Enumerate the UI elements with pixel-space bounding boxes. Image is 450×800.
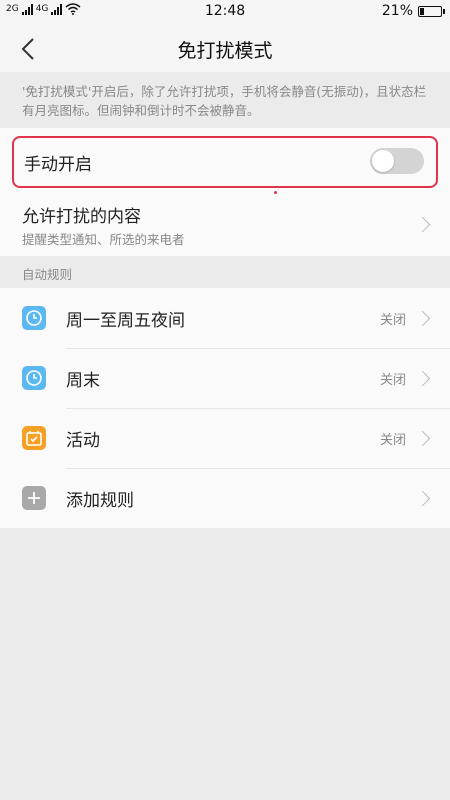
rule-state: 关闭 <box>379 373 406 388</box>
rule-weeknight[interactable]: 周一至周五夜间 关闭 <box>0 288 450 348</box>
rule-label: 周一至周五夜间 <box>66 311 185 331</box>
rule-state: 关闭 <box>379 313 406 328</box>
toggle-knob <box>372 150 394 172</box>
chevron-right-icon <box>414 370 431 387</box>
chevron-right-icon <box>414 430 431 447</box>
chevron-right-icon <box>414 216 431 233</box>
rule-state: 关闭 <box>379 433 406 448</box>
manual-enable-row[interactable]: 手动开启 <box>12 136 438 188</box>
add-rule-label: 添加规则 <box>66 491 134 511</box>
auto-rules-list: 周一至周五夜间 关闭 周末 关闭 活动 关闭 添加规则 <box>0 288 450 528</box>
mode-description: '免打扰模式'开启后，除了允许打扰项，手机将会静音(无振动)，且状态栏有月亮图标… <box>0 72 450 128</box>
allowed-interruptions-subtitle: 提醒类型通知、所选的来电者 <box>22 232 185 247</box>
page-title: 免打扰模式 <box>177 40 273 62</box>
calendar-icon <box>22 426 46 450</box>
rule-label: 活动 <box>66 431 100 451</box>
clock-icon <box>22 366 46 390</box>
manual-enable-label: 手动开启 <box>24 155 92 175</box>
chevron-right-icon <box>414 490 431 507</box>
settings-card: 手动开启 允许打扰的内容 提醒类型通知、所选的来电者 <box>0 128 450 256</box>
battery-percent: 21% <box>381 3 413 19</box>
battery-status: 21% <box>381 3 445 19</box>
add-rule-row[interactable]: 添加规则 <box>0 468 450 528</box>
rule-weekend[interactable]: 周末 关闭 <box>0 348 450 408</box>
rule-events[interactable]: 活动 关闭 <box>0 408 450 468</box>
allowed-interruptions-row[interactable]: 允许打扰的内容 提醒类型通知、所选的来电者 <box>0 192 450 256</box>
rule-label: 周末 <box>66 371 100 391</box>
status-bar: 2G 4G 12:48 21% <box>0 0 450 24</box>
battery-icon <box>418 5 445 17</box>
plus-icon <box>22 486 46 510</box>
navigation-bar: 免打扰模式 <box>0 24 450 72</box>
red-marker-dot <box>274 191 277 194</box>
manual-enable-toggle[interactable] <box>370 148 424 174</box>
chevron-right-icon <box>414 310 431 327</box>
auto-rules-header: 自动规则 <box>0 256 450 288</box>
clock-icon <box>22 306 46 330</box>
allowed-interruptions-title: 允许打扰的内容 <box>22 207 141 227</box>
